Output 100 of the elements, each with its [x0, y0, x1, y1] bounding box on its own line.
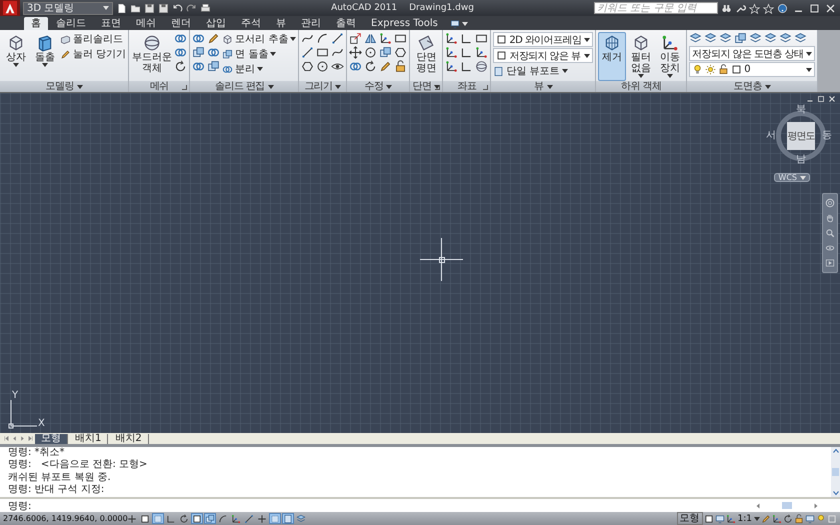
layers-icon[interactable]	[749, 32, 762, 45]
ribbon-tab[interactable]: 표면	[94, 17, 128, 30]
first-icon[interactable]	[3, 435, 10, 442]
status-toggle-button[interactable]	[126, 513, 138, 524]
copy-icon[interactable]	[192, 46, 206, 59]
ribbon-button[interactable]: 분리	[222, 62, 296, 76]
status-toggle-button[interactable]	[152, 513, 164, 524]
ribbon-tab[interactable]: 렌더	[164, 17, 198, 30]
ribbon-button[interactable]: 단일 뷰포트	[493, 64, 594, 78]
status-toggle-button[interactable]	[230, 513, 242, 524]
square-icon[interactable]	[704, 514, 714, 524]
monitor-icon[interactable]	[714, 514, 725, 524]
command-line[interactable]: 명령:	[0, 499, 840, 512]
dialog-launcher-icon[interactable]	[435, 85, 440, 90]
status-toggle-button[interactable]	[204, 513, 216, 524]
layers-icon[interactable]	[779, 32, 792, 45]
ribbon-tab[interactable]: Express Tools	[364, 17, 445, 30]
help-icon[interactable]	[777, 2, 788, 14]
ribbon-large-button[interactable]: 돌출	[31, 32, 59, 81]
overlapping-circles-icon[interactable]	[192, 32, 206, 45]
rectangle-icon[interactable]	[316, 46, 330, 59]
status-toggle-button[interactable]	[139, 513, 151, 524]
arrow-right-icon[interactable]	[19, 435, 26, 442]
workspace-dropdown[interactable]: 3D 모델링	[23, 2, 113, 14]
ribbon-tab[interactable]: 홈	[24, 17, 48, 30]
rotate-icon[interactable]	[783, 514, 793, 524]
dialog-launcher-icon[interactable]	[483, 85, 488, 90]
ribbon-button[interactable]: 눌러 당기기	[60, 47, 126, 61]
axes-icon[interactable]	[379, 32, 392, 45]
close-icon[interactable]	[825, 2, 836, 14]
zoom-icon[interactable]	[825, 228, 835, 238]
drawing-canvas[interactable]: 북 동 남 서 평면도 WCS Y X	[0, 93, 840, 433]
overlapping-circles-icon[interactable]	[192, 60, 206, 73]
dialog-launcher-icon[interactable]	[182, 85, 188, 90]
mirror-icon[interactable]	[364, 32, 378, 45]
star-icon[interactable]	[749, 2, 760, 14]
rectangle-icon[interactable]	[475, 32, 488, 45]
axes-icon[interactable]	[445, 46, 458, 59]
annotation-scale-button[interactable]: 1:1	[726, 514, 760, 524]
new-document-icon[interactable]	[116, 2, 127, 14]
light-bulb-icon[interactable]	[816, 514, 826, 524]
binoculars-icon[interactable]	[721, 2, 732, 14]
ribbon-tab[interactable]: 메쉬	[129, 17, 163, 30]
star-icon[interactable]	[763, 2, 774, 14]
pencil-icon[interactable]	[207, 32, 220, 45]
arc-icon[interactable]	[316, 32, 330, 45]
view-cube-face[interactable]: 평면도	[787, 122, 815, 150]
overlapping-circles-icon[interactable]	[207, 46, 220, 59]
overlapping-circles-icon[interactable]	[174, 32, 188, 45]
dropdown[interactable]: 저장되지 않은 뷰	[493, 48, 594, 63]
layers-icon[interactable]	[719, 32, 732, 45]
folder-icon[interactable]	[130, 2, 141, 14]
ribbon-button[interactable]: 면 돌출	[222, 47, 296, 61]
undo-icon[interactable]	[172, 2, 183, 14]
ribbon-large-button[interactable]: 단면 평면	[412, 32, 440, 81]
maximize-icon[interactable]	[809, 2, 820, 14]
save-icon[interactable]	[158, 2, 169, 14]
monitor-icon[interactable]	[805, 514, 815, 524]
layer-dropdown[interactable]: 0	[689, 62, 816, 77]
status-toggle-button[interactable]	[191, 513, 203, 524]
sphere-icon[interactable]	[475, 60, 488, 73]
axes-icon[interactable]	[445, 32, 458, 45]
printer-icon[interactable]	[200, 2, 211, 14]
rotate-icon[interactable]	[364, 60, 378, 73]
panel-title[interactable]: 뷰	[534, 81, 544, 92]
save-icon[interactable]	[144, 2, 155, 14]
status-toggle-button[interactable]	[217, 513, 229, 524]
pencil-icon[interactable]	[379, 60, 392, 73]
copy-icon[interactable]	[734, 32, 748, 45]
status-toggle-button[interactable]	[178, 513, 190, 524]
ribbon-tab[interactable]: 삽입	[199, 17, 233, 30]
lock-icon[interactable]	[794, 514, 804, 524]
ribbon-tab[interactable]: 솔리드	[49, 17, 93, 30]
ribbon-large-button[interactable]: 제거	[598, 32, 626, 81]
application-menu-button[interactable]	[0, 0, 20, 16]
redo-icon[interactable]	[186, 2, 197, 14]
status-toggle-button[interactable]	[243, 513, 255, 524]
curve-icon[interactable]	[331, 46, 344, 59]
orbit-icon[interactable]	[825, 243, 835, 253]
ribbon-large-button[interactable]: 상자	[2, 32, 30, 81]
ribbon-tab[interactable]: 주석	[234, 17, 268, 30]
polygon-icon[interactable]	[394, 46, 408, 59]
ribbon-tab[interactable]: 뷰	[269, 17, 293, 30]
axes-icon[interactable]	[445, 60, 458, 73]
layers-icon[interactable]	[794, 32, 808, 45]
status-toggle-button[interactable]	[256, 513, 268, 524]
overlapping-circles-icon[interactable]	[174, 46, 188, 59]
layers-icon[interactable]	[689, 32, 702, 45]
play-icon[interactable]	[825, 258, 835, 268]
status-toggle-button[interactable]	[269, 513, 281, 524]
ribbon-tab[interactable]: 출력	[329, 17, 363, 30]
layers-icon[interactable]	[764, 32, 778, 45]
axes-icon[interactable]	[475, 46, 488, 59]
ribbon-large-button[interactable]: 부드러운 객체	[131, 32, 174, 81]
ribbon-tab[interactable]: 관리	[294, 17, 328, 30]
vertical-scrollbar[interactable]	[831, 447, 840, 497]
layers-icon[interactable]	[704, 32, 718, 45]
rotate-icon[interactable]	[174, 60, 188, 73]
ribbon-button[interactable]: 폴리솔리드	[60, 32, 126, 46]
axes-icon[interactable]	[772, 514, 782, 524]
